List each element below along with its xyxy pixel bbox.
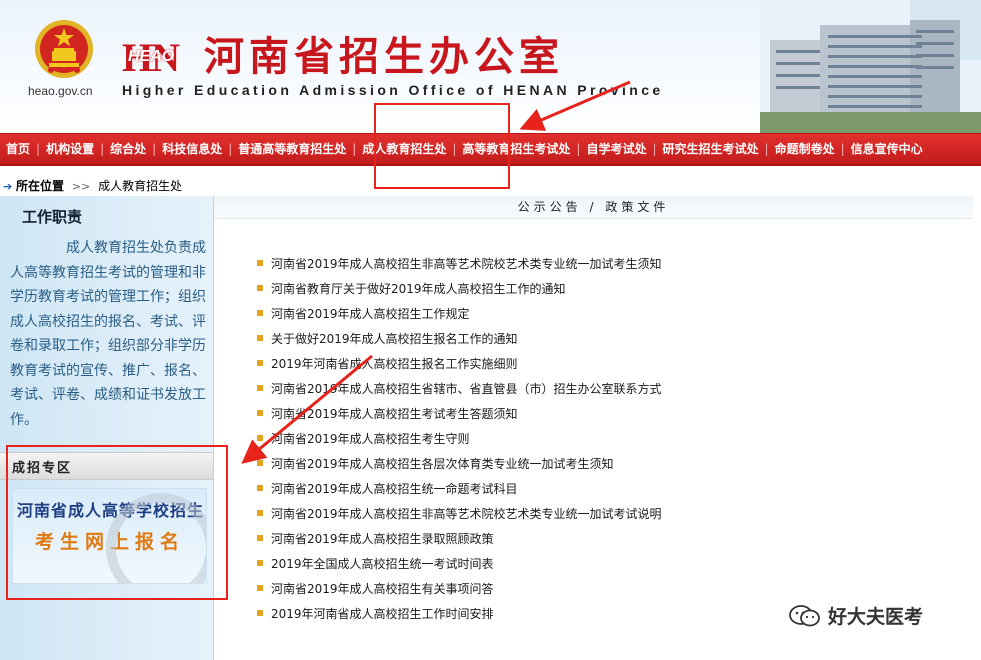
watermark-text: 好大夫医考: [828, 606, 924, 628]
watermark: 好大夫医考: [788, 602, 923, 629]
annotation-arrow-nav: [519, 80, 631, 131]
wechat-icon: [789, 604, 820, 626]
annotation-arrows: [241, 80, 631, 464]
annotation-arrow-zone: [241, 354, 373, 464]
